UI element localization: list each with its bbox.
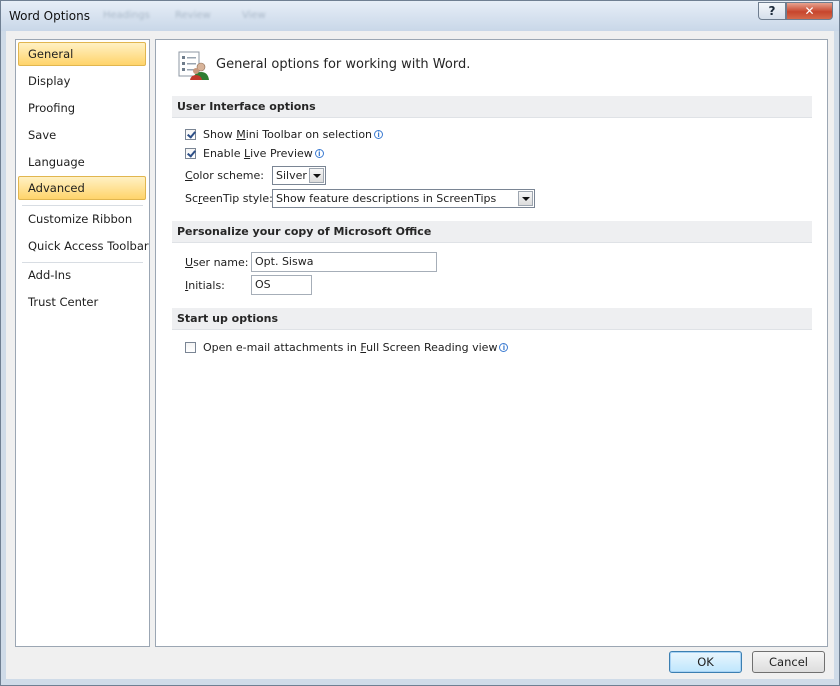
label-part: ser name:: [193, 256, 249, 269]
label-part: Open e-mail attachments in: [203, 341, 361, 354]
screentip-style-value: Show feature descriptions in ScreenTips: [276, 192, 497, 205]
close-button[interactable]: ✕: [786, 2, 833, 20]
user-name-input[interactable]: Opt. Siswa: [251, 252, 437, 272]
mini-toolbar-label[interactable]: Show Mini Toolbar on selection i: [203, 128, 384, 141]
ok-button[interactable]: OK: [669, 651, 742, 673]
nav-item-quick-access-toolbar[interactable]: Quick Access Toolbar: [18, 234, 149, 258]
info-icon[interactable]: i: [499, 343, 509, 352]
color-scheme-label: Color scheme:: [185, 169, 264, 182]
nav-item-save[interactable]: Save: [18, 123, 143, 147]
nav-separator: [22, 205, 143, 206]
label-part: olor scheme:: [192, 169, 264, 182]
access-key: M: [236, 128, 246, 141]
nav-item-proofing[interactable]: Proofing: [18, 96, 143, 120]
section-header-startup: Start up options: [172, 308, 812, 330]
label-part: Sc: [185, 192, 199, 205]
live-preview-label[interactable]: Enable Live Preview i: [203, 147, 324, 160]
help-icon: ?: [768, 4, 776, 18]
nav-item-language[interactable]: Language: [18, 150, 143, 174]
label-part: nitials:: [188, 279, 225, 292]
nav-item-trust-center[interactable]: Trust Center: [18, 290, 143, 314]
label-part: ini Toolbar on selection: [245, 128, 373, 141]
screentip-style-label: ScreenTip style:: [185, 192, 273, 205]
nav-item-general[interactable]: General: [18, 42, 146, 66]
word-options-dialog: Word Options Headings Review View ? ✕ Ge…: [0, 0, 840, 686]
color-scheme-select[interactable]: Silver: [272, 166, 326, 185]
help-button[interactable]: ?: [758, 2, 786, 20]
open-attachments-checkbox[interactable]: [185, 342, 196, 353]
nav-item-add-ins[interactable]: Add-Ins: [18, 263, 143, 287]
section-header-user-interface: User Interface options: [172, 96, 812, 118]
page-title: General options for working with Word.: [216, 57, 471, 72]
title-bar[interactable]: Word Options Headings Review View ? ✕: [1, 1, 839, 31]
access-key: U: [185, 256, 194, 269]
close-icon: ✕: [804, 4, 815, 18]
label-part: Show: [203, 128, 237, 141]
initials-label: Initials:: [185, 279, 225, 292]
dialog-body: General Display Proofing Save Language A…: [6, 31, 834, 679]
nav-item-display[interactable]: Display: [18, 69, 143, 93]
info-icon[interactable]: i: [374, 130, 384, 139]
mini-toolbar-checkbox[interactable]: [185, 129, 196, 140]
general-options-icon: [178, 51, 209, 80]
chevron-down-icon[interactable]: [309, 168, 324, 183]
background-tab-review: Review: [175, 10, 211, 21]
label-part: Enable: [203, 147, 244, 160]
label-part: eenTip style:: [202, 192, 273, 205]
label-part: ull Screen Reading view: [366, 341, 498, 354]
initials-input[interactable]: OS: [251, 275, 312, 295]
color-scheme-value: Silver: [276, 169, 307, 182]
info-icon[interactable]: i: [314, 149, 324, 158]
open-attachments-label[interactable]: Open e-mail attachments in Full Screen R…: [203, 341, 509, 354]
cancel-button[interactable]: Cancel: [752, 651, 825, 673]
nav-item-customize-ribbon[interactable]: Customize Ribbon: [18, 207, 143, 231]
user-name-label: User name:: [185, 256, 248, 269]
screentip-style-select[interactable]: Show feature descriptions in ScreenTips: [272, 189, 535, 208]
live-preview-checkbox[interactable]: [185, 148, 196, 159]
section-header-personalize: Personalize your copy of Microsoft Offic…: [172, 221, 812, 243]
window-title: Word Options: [9, 9, 90, 23]
chevron-down-icon[interactable]: [518, 191, 533, 206]
options-nav: General Display Proofing Save Language A…: [15, 39, 150, 647]
label-part: ive Preview: [250, 147, 313, 160]
background-tab-view: View: [242, 10, 266, 21]
background-tab-headings: Headings: [103, 10, 150, 21]
access-key: C: [185, 169, 193, 182]
options-content: General options for working with Word. U…: [155, 39, 828, 647]
nav-item-advanced[interactable]: Advanced: [18, 176, 146, 200]
